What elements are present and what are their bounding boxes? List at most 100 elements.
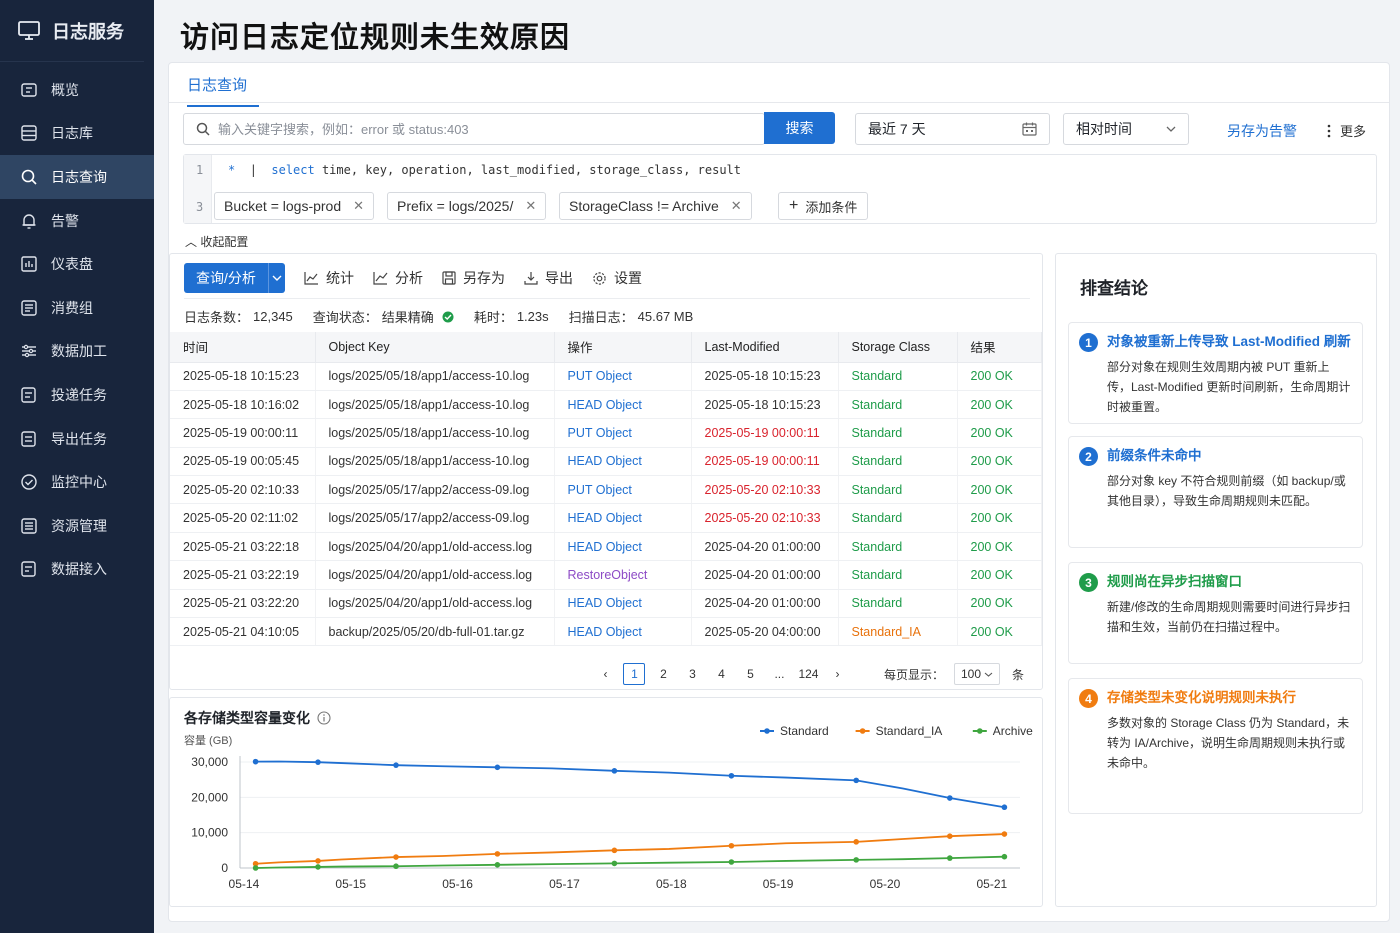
table-row[interactable]: 2025-05-21 03:22:18 logs/2025/04/20/app1/… (170, 532, 1042, 562)
export-button[interactable]: 导出 (524, 268, 573, 288)
chevron-down-icon (984, 672, 993, 677)
tab-bar: 日志查询 (169, 63, 1389, 107)
stats-button[interactable]: 统计 (304, 268, 354, 288)
table-row[interactable]: 2025-05-21 03:22:20 logs/2025/04/20/app1/… (170, 589, 1042, 619)
cell-last-modified: 2025-05-20 02:10:33 (691, 503, 839, 533)
page-button[interactable]: 1 (623, 663, 646, 685)
collapse-config-toggle[interactable]: ︿ 收起配置 (185, 233, 248, 250)
filter-chip[interactable]: Prefix = logs/2025/ ✕ (387, 192, 547, 220)
table-row[interactable]: 2025-05-20 02:10:33 logs/2025/05/17/app2/… (170, 475, 1042, 505)
time-mode-select[interactable]: 相对时间 (1063, 113, 1189, 145)
list-icon (21, 300, 37, 316)
chevron-down-icon[interactable] (269, 275, 285, 281)
column-header-storage-class[interactable]: Storage Class (838, 332, 958, 363)
page-button[interactable]: 2 (652, 663, 674, 685)
cell-last-modified: 2025-05-20 04:00:00 (691, 617, 839, 647)
table-row[interactable]: 2025-05-18 10:15:23 logs/2025/05/18/app1/… (170, 362, 1042, 391)
filter-chip[interactable]: Bucket = logs-prod ✕ (214, 192, 375, 220)
column-header-operation[interactable]: 操作 (554, 332, 692, 363)
scan-value: 45.67 MB (637, 309, 694, 324)
sidebar-item-label: 投递任务 (51, 386, 107, 403)
results-toolbar: 查询/分析 统计 分析 另存为 导出 设置 (184, 263, 642, 293)
column-header-result[interactable]: 结果 (957, 332, 1042, 363)
sidebar-item[interactable]: 概览 (0, 68, 154, 112)
sidebar-item[interactable]: 数据加工 (0, 330, 154, 374)
settings-button[interactable]: 设置 (592, 268, 642, 288)
data-point (494, 862, 501, 868)
page-size-select[interactable]: 100 (953, 663, 1000, 685)
analyze-button[interactable]: 分析 (373, 268, 423, 288)
close-icon[interactable]: ✕ (353, 198, 364, 214)
page-button[interactable]: 124 (797, 663, 819, 685)
time-range-select[interactable]: 最近 7 天 (855, 113, 1050, 145)
filter-chip[interactable]: StorageClass != Archive ✕ (559, 192, 752, 220)
table-row[interactable]: 2025-05-21 03:22:19 logs/2025/04/20/app1/… (170, 560, 1042, 590)
sidebar-item[interactable]: 数据接入 (0, 548, 154, 592)
query-analyze-button[interactable]: 查询/分析 (184, 263, 285, 293)
close-icon[interactable]: ✕ (731, 198, 742, 214)
add-condition-button[interactable]: + 添加条件 (778, 192, 869, 220)
line-number: 1 (196, 163, 204, 177)
sidebar-item[interactable]: 日志库 (0, 112, 154, 156)
save-as-alert-link[interactable]: 另存为告警 (1227, 121, 1297, 141)
page-button[interactable]: 5 (739, 663, 761, 685)
prev-page-icon[interactable]: ‹ (594, 663, 616, 685)
data-point (728, 772, 735, 779)
cell-storage-class: Standard_IA (838, 617, 958, 647)
page-button[interactable]: 4 (710, 663, 732, 685)
search-input[interactable] (218, 121, 764, 137)
data-point (853, 839, 859, 845)
conclusion-card-desc: 多数对象的 Storage Class 仍为 Standard，未转为 IA/A… (1107, 716, 1350, 770)
sidebar-item[interactable]: 投递任务 (0, 373, 154, 417)
more-menu-button[interactable]: 更多 (1324, 121, 1366, 140)
cell-storage-class: Standard (838, 390, 958, 420)
column-header-last-modified[interactable]: Last-Modified (691, 332, 839, 363)
table-row[interactable]: 2025-05-18 10:16:02 logs/2025/05/18/app1/… (170, 390, 1042, 420)
sidebar-item-label: 告警 (51, 212, 79, 229)
legend-marker (859, 728, 866, 734)
conclusion-card: 1 对象被重新上传导致 Last-Modified 刷新 部分对象在规则生效周期内被… (1068, 322, 1363, 424)
cell-object-key: logs/2025/04/20/app1/old-access.log (315, 532, 555, 562)
sidebar-item[interactable]: 消费组 (0, 286, 154, 330)
table-row[interactable]: 2025-05-19 00:05:45 logs/2025/05/18/app1/… (170, 447, 1042, 477)
stats-label: 统计 (326, 270, 354, 286)
app-brand[interactable]: 日志服务 (0, 0, 144, 62)
cell-last-modified: 2025-05-18 10:15:23 (691, 362, 839, 391)
sidebar-item[interactable]: 导出任务 (0, 417, 154, 461)
x-tick-label: 05-17 (549, 877, 580, 891)
query-editor[interactable]: 1 3 * | select time, key, operation, las… (183, 154, 1377, 224)
cell-time: 2025-05-21 03:22:18 (170, 532, 316, 562)
table-row[interactable]: 2025-05-19 00:00:11 logs/2025/05/18/app1/… (170, 418, 1042, 448)
results-table: 时间 Object Key 操作 Last-Modified Storage C… (170, 332, 1042, 647)
table-row[interactable]: 2025-05-21 04:10:05 backup/2025/05/20/db-… (170, 617, 1042, 647)
next-page-icon[interactable]: › (826, 663, 848, 685)
search-icon (21, 169, 37, 185)
chevron-down-icon (1166, 126, 1176, 132)
sidebar-item[interactable]: 资源管理 (0, 504, 154, 548)
query-pipe: | (249, 163, 257, 177)
sidebar-item[interactable]: 仪表盘 (0, 242, 154, 286)
query-code[interactable]: * | select time, key, operation, last_mo… (228, 163, 741, 177)
sidebar-item[interactable]: 日志查询 (0, 155, 154, 199)
sidebar-item-label: 日志查询 (51, 168, 107, 185)
cell-storage-class: Standard (838, 560, 958, 590)
save-as-button[interactable]: 另存为 (442, 268, 505, 288)
search-button[interactable]: 搜索 (764, 112, 835, 144)
sidebar-item[interactable]: 告警 (0, 199, 154, 243)
tab-log-query[interactable]: 日志查询 (187, 74, 259, 107)
calendar-icon (1022, 122, 1037, 136)
cell-result: 200 OK (957, 362, 1042, 391)
sidebar-nav: 概览 日志库日志查询告警仪表盘 消费组 数据加工投递任务导出任务监控中心 资源管理 数据接… (0, 68, 154, 591)
table-row[interactable]: 2025-05-20 02:11:02 logs/2025/05/17/app2/… (170, 503, 1042, 533)
database-icon (21, 125, 37, 142)
conclusion-card-desc: 部分对象在规则生效周期内被 PUT 重新上传，Last-Modified 更新时… (1107, 360, 1351, 414)
cell-result: 200 OK (957, 390, 1042, 420)
column-header-time[interactable]: 时间 (170, 332, 316, 363)
series-line-standard (255, 760, 1005, 809)
close-icon[interactable]: ✕ (525, 198, 536, 214)
column-header-object-key[interactable]: Object Key (315, 332, 555, 363)
page-button[interactable]: ... (768, 663, 790, 685)
sidebar-item[interactable]: 监控中心 (0, 460, 154, 504)
page-button[interactable]: 3 (681, 663, 703, 685)
sidebar-item-label: 导出任务 (51, 430, 107, 447)
